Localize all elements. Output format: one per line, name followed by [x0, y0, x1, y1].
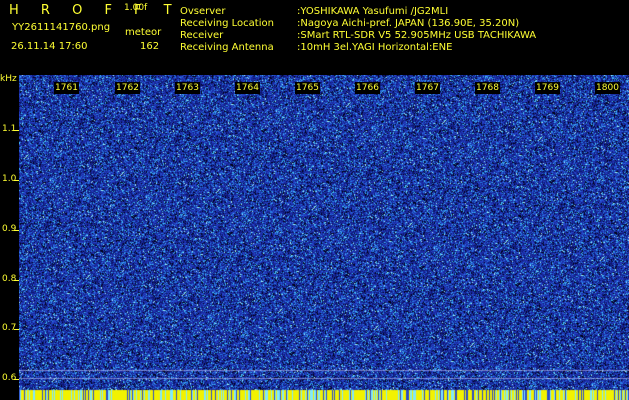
receiver-label: Receiver [180, 30, 224, 41]
capture-datetime: 26.11.14 17:60 [11, 41, 88, 52]
file-name: YY2611141760.png [12, 22, 111, 33]
time-label: 1767 [415, 82, 440, 94]
app-version: 1.00f [124, 3, 148, 13]
meteor-label: meteor [125, 27, 162, 38]
location-label: Receiving Location [180, 18, 274, 29]
time-label: 1764 [235, 82, 260, 94]
antenna-value: :10mH 3el.YAGI Horizontal:ENE [297, 42, 453, 53]
time-label: 1800 [595, 82, 620, 94]
receiver-value: :SMart RTL-SDR V5 52.905MHz USB TACHIKAW… [297, 30, 537, 41]
time-label: 1763 [175, 82, 200, 94]
meteor-count: 162 [140, 41, 160, 52]
time-label: 1765 [295, 82, 320, 94]
antenna-label: Receiving Antenna [180, 42, 274, 53]
time-label: 1762 [115, 82, 140, 94]
time-label: 1761 [54, 82, 79, 94]
time-label: 1769 [535, 82, 560, 94]
spectrogram-canvas [19, 75, 629, 400]
waterfall-spectrogram [19, 75, 629, 400]
location-value: :Nagoya Aichi-pref. JAPAN (136.90E, 35.2… [297, 18, 520, 29]
observer-label: Ovserver [180, 6, 226, 17]
hrofft-window: H R O F F T 1.00f YY2611141760.png meteo… [0, 0, 629, 400]
observer-value: :YOSHIKAWA Yasufumi /JG2MLI [297, 6, 449, 17]
time-label: 1768 [475, 82, 500, 94]
time-label: 1766 [355, 82, 380, 94]
app-title: H R O F F T [9, 3, 181, 18]
y-axis-unit: kHz [0, 74, 17, 84]
